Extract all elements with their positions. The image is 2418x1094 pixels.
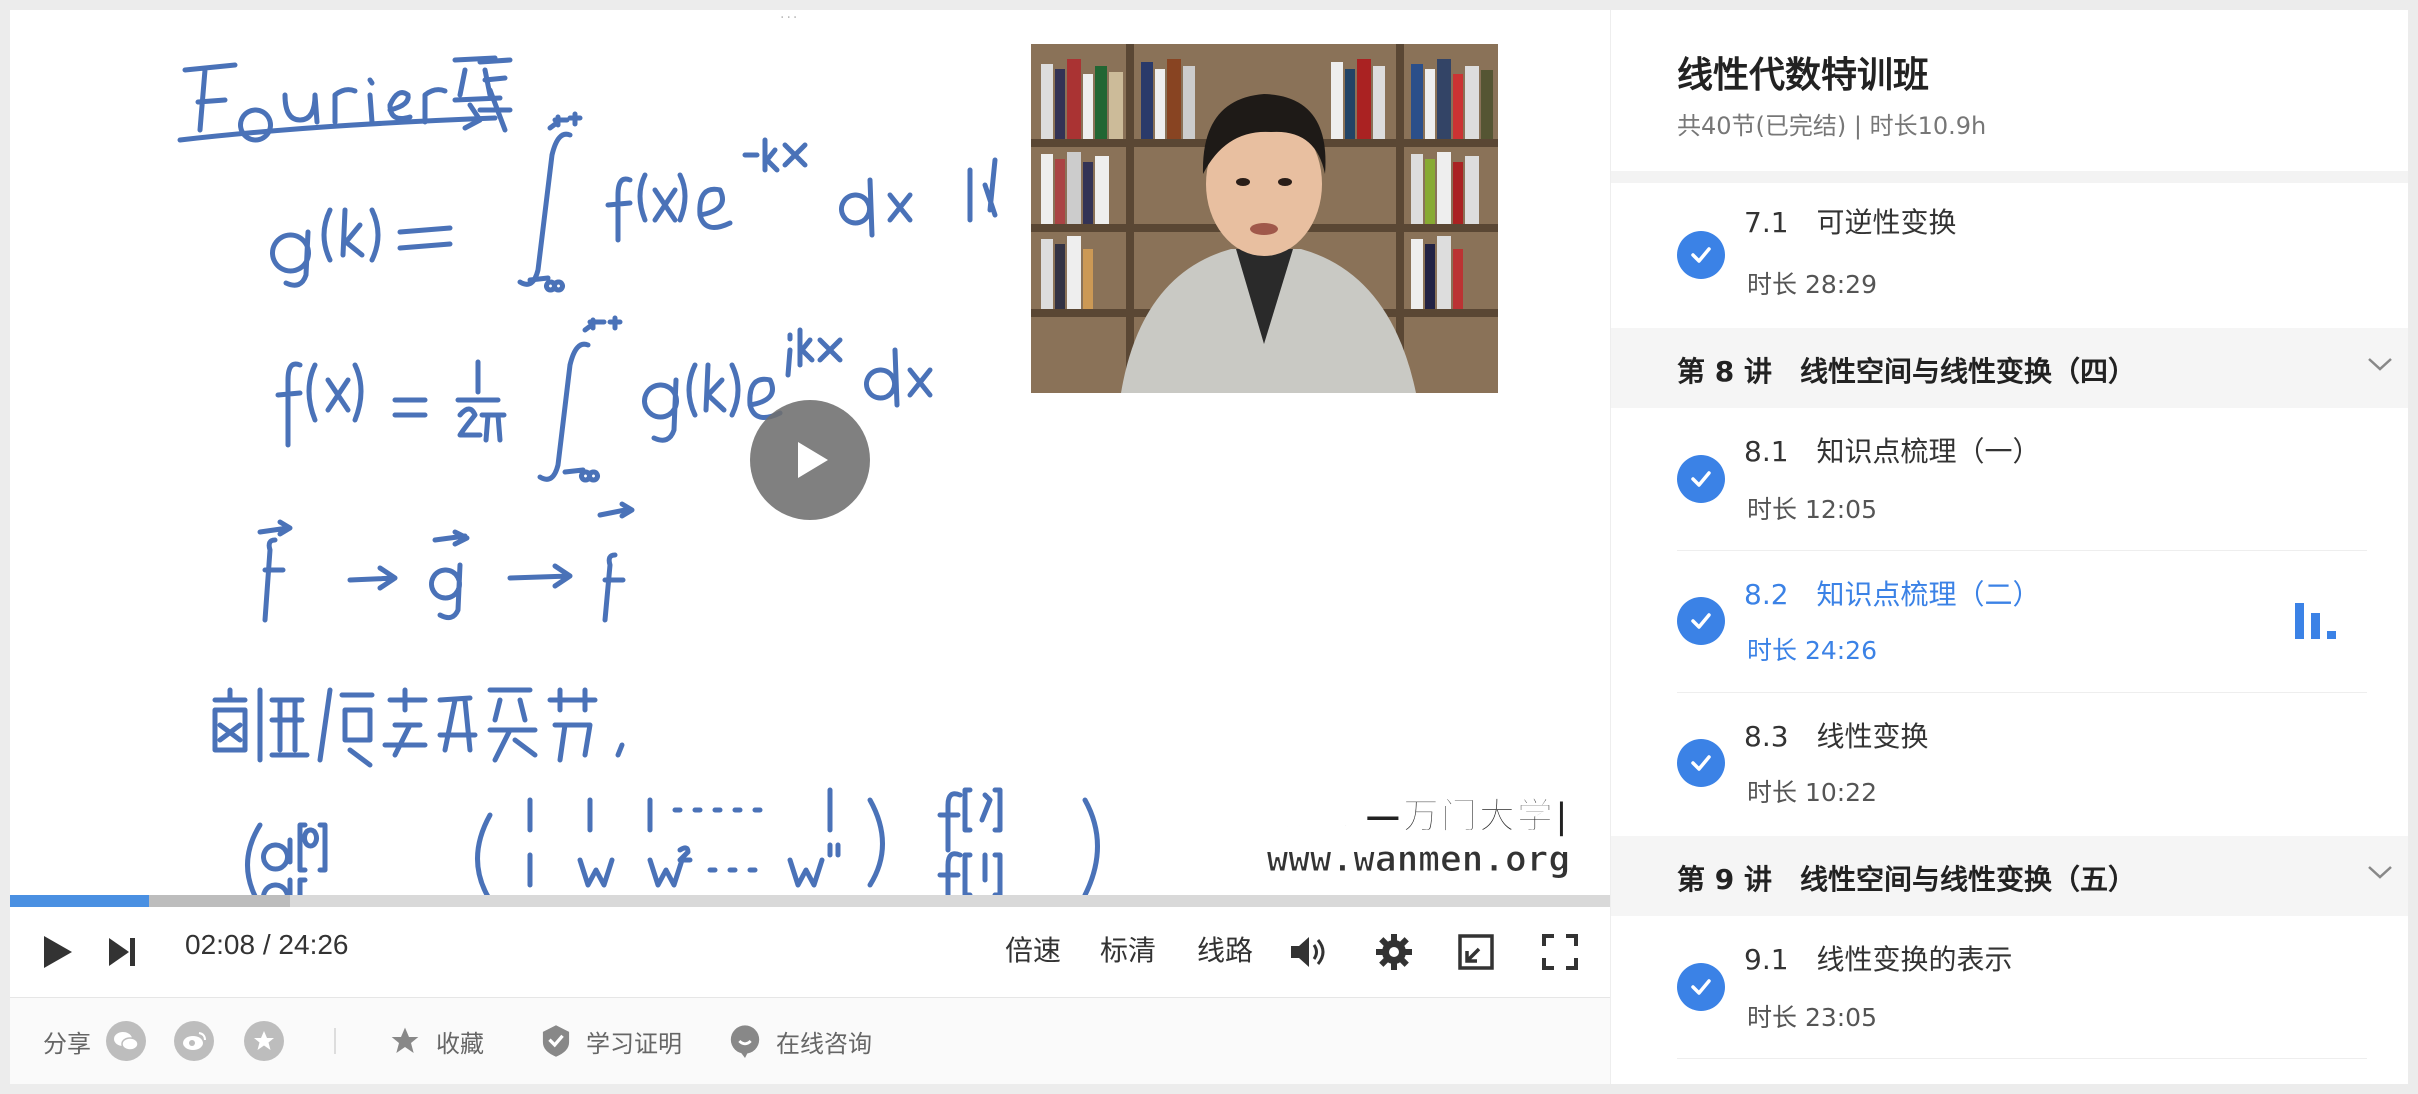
lesson-title: 9.1 线性变换的表示 — [1744, 943, 2013, 976]
lesson-title: 8.3 线性变换 — [1744, 720, 1929, 753]
now-playing-equalizer-icon — [2295, 603, 2336, 639]
completed-check-icon — [1677, 597, 1725, 645]
speed-button[interactable]: 倍速 — [1005, 929, 1061, 969]
time-current: 02:08 — [185, 929, 256, 960]
consult-label: 在线咨询 — [776, 1029, 872, 1058]
share-qzone-button[interactable] — [244, 998, 284, 1084]
lesson-item-7-1[interactable]: 7.1 可逆性变换 时长 28:29 — [1611, 183, 2408, 323]
qzone-star-icon — [254, 1031, 274, 1050]
watermark-url: www.wanmen.org — [1266, 839, 1570, 881]
completed-check-icon — [1677, 739, 1725, 787]
volume-button[interactable] — [1288, 932, 1328, 972]
chat-bubble-icon — [730, 1025, 760, 1058]
watermark-slogan: 更多好课 — [1268, 808, 1365, 834]
lesson-item-8-2[interactable]: 8.2 知识点梳理（二） 时长 24:26 — [1611, 551, 2408, 691]
favorite-label: 收藏 — [436, 1029, 484, 1058]
pip-button[interactable] — [1456, 932, 1496, 972]
picture-in-picture-icon — [1458, 934, 1494, 970]
skip-next-icon — [109, 938, 135, 966]
quality-button[interactable]: 标清 — [1100, 929, 1156, 969]
progress-played — [10, 895, 150, 907]
lesson-duration: 时长 12:05 — [1747, 495, 1877, 524]
chapter-title: 第 8 讲 线性空间与线性变换（四） — [1677, 355, 2136, 388]
time-display: 02:08 / 24:26 — [185, 929, 349, 961]
wechat-icon — [114, 1032, 139, 1051]
completed-check-icon — [1677, 231, 1725, 279]
separator — [334, 1028, 336, 1054]
lesson-item-9-1[interactable]: 9.1 线性变换的表示 时长 23:05 — [1611, 916, 2408, 1056]
certificate-button[interactable]: 学习证明 — [540, 998, 682, 1084]
course-title: 线性代数特训班 — [1677, 55, 1930, 96]
lesson-item-8-1[interactable]: 8.1 知识点梳理（一） 时长 12:05 — [1611, 408, 2408, 548]
fullscreen-button[interactable] — [1540, 932, 1580, 972]
play-icon — [44, 936, 72, 968]
webcam-overlay[interactable] — [1031, 44, 1498, 393]
progress-bar[interactable] — [10, 895, 1610, 907]
consult-button[interactable]: 在线咨询 — [728, 998, 872, 1084]
watermark: 更多好课—万门大学| www.wanmen.org — [1266, 787, 1570, 881]
action-bar: 分享 收藏 学习证明 在线咨询 — [10, 998, 1610, 1084]
chevron-down-icon[interactable] — [2366, 354, 2394, 374]
video-player[interactable]: ··· 更多好课—万门大学| www.wanmen.org — [10, 10, 1610, 895]
big-play-button[interactable] — [750, 400, 870, 520]
watermark-brand: —万门大学| — [1364, 796, 1570, 838]
lesson-duration: 时长 10:22 — [1747, 778, 1877, 807]
completed-check-icon — [1677, 963, 1725, 1011]
certificate-badge-icon — [542, 1025, 570, 1057]
route-button[interactable]: 线路 — [1197, 929, 1253, 969]
app-frame: ··· 更多好课—万门大学| www.wanmen.org 02:08 / 24… — [10, 10, 2408, 1084]
share-weibo-button[interactable] — [174, 998, 214, 1084]
time-total: 24:26 — [278, 929, 349, 960]
lesson-item-8-3[interactable]: 8.3 线性变换 时长 10:22 — [1611, 693, 2408, 833]
time-separator: / — [262, 929, 271, 960]
webcam-image — [1031, 44, 1498, 393]
play-icon — [798, 442, 828, 478]
chapter-header-9[interactable]: 第 9 讲 线性空间与线性变换（五） — [1611, 836, 2408, 916]
course-sidebar: 线性代数特训班 共40节(已完结) | 时长10.9h 7.1 可逆性变换 时长… — [1610, 10, 2408, 1084]
lesson-duration: 时长 24:26 — [1747, 636, 1877, 665]
share-label: 分享 — [43, 1029, 91, 1058]
lesson-duration: 时长 23:05 — [1747, 1003, 1877, 1032]
lesson-title: 8.1 知识点梳理（一） — [1744, 435, 2041, 468]
favorite-button[interactable]: 收藏 — [388, 998, 484, 1084]
weibo-icon — [183, 1032, 206, 1050]
play-button[interactable] — [40, 934, 76, 970]
volume-icon — [1291, 937, 1325, 967]
certificate-label: 学习证明 — [586, 1029, 682, 1058]
section-separator — [1611, 171, 2408, 183]
gear-icon — [1376, 934, 1412, 970]
lesson-duration: 时长 28:29 — [1747, 270, 1877, 299]
star-icon — [391, 1027, 419, 1053]
settings-button[interactable] — [1374, 932, 1414, 972]
course-meta: 共40节(已完结) | 时长10.9h — [1677, 112, 1987, 140]
control-bar: 02:08 / 24:26 倍速 标清 线路 — [10, 907, 1610, 998]
share-wechat-button[interactable] — [106, 998, 146, 1084]
lesson-title: 7.1 可逆性变换 — [1744, 206, 1957, 239]
next-button[interactable] — [105, 935, 139, 969]
chapter-header-8[interactable]: 第 8 讲 线性空间与线性变换（四） — [1611, 328, 2408, 408]
chapter-title: 第 9 讲 线性空间与线性变换（五） — [1677, 863, 2136, 896]
completed-check-icon — [1677, 455, 1725, 503]
lesson-title: 8.2 知识点梳理（二） — [1744, 578, 2041, 611]
divider — [1677, 1058, 2367, 1059]
chevron-down-icon[interactable] — [2366, 862, 2394, 882]
fullscreen-icon — [1542, 934, 1578, 970]
